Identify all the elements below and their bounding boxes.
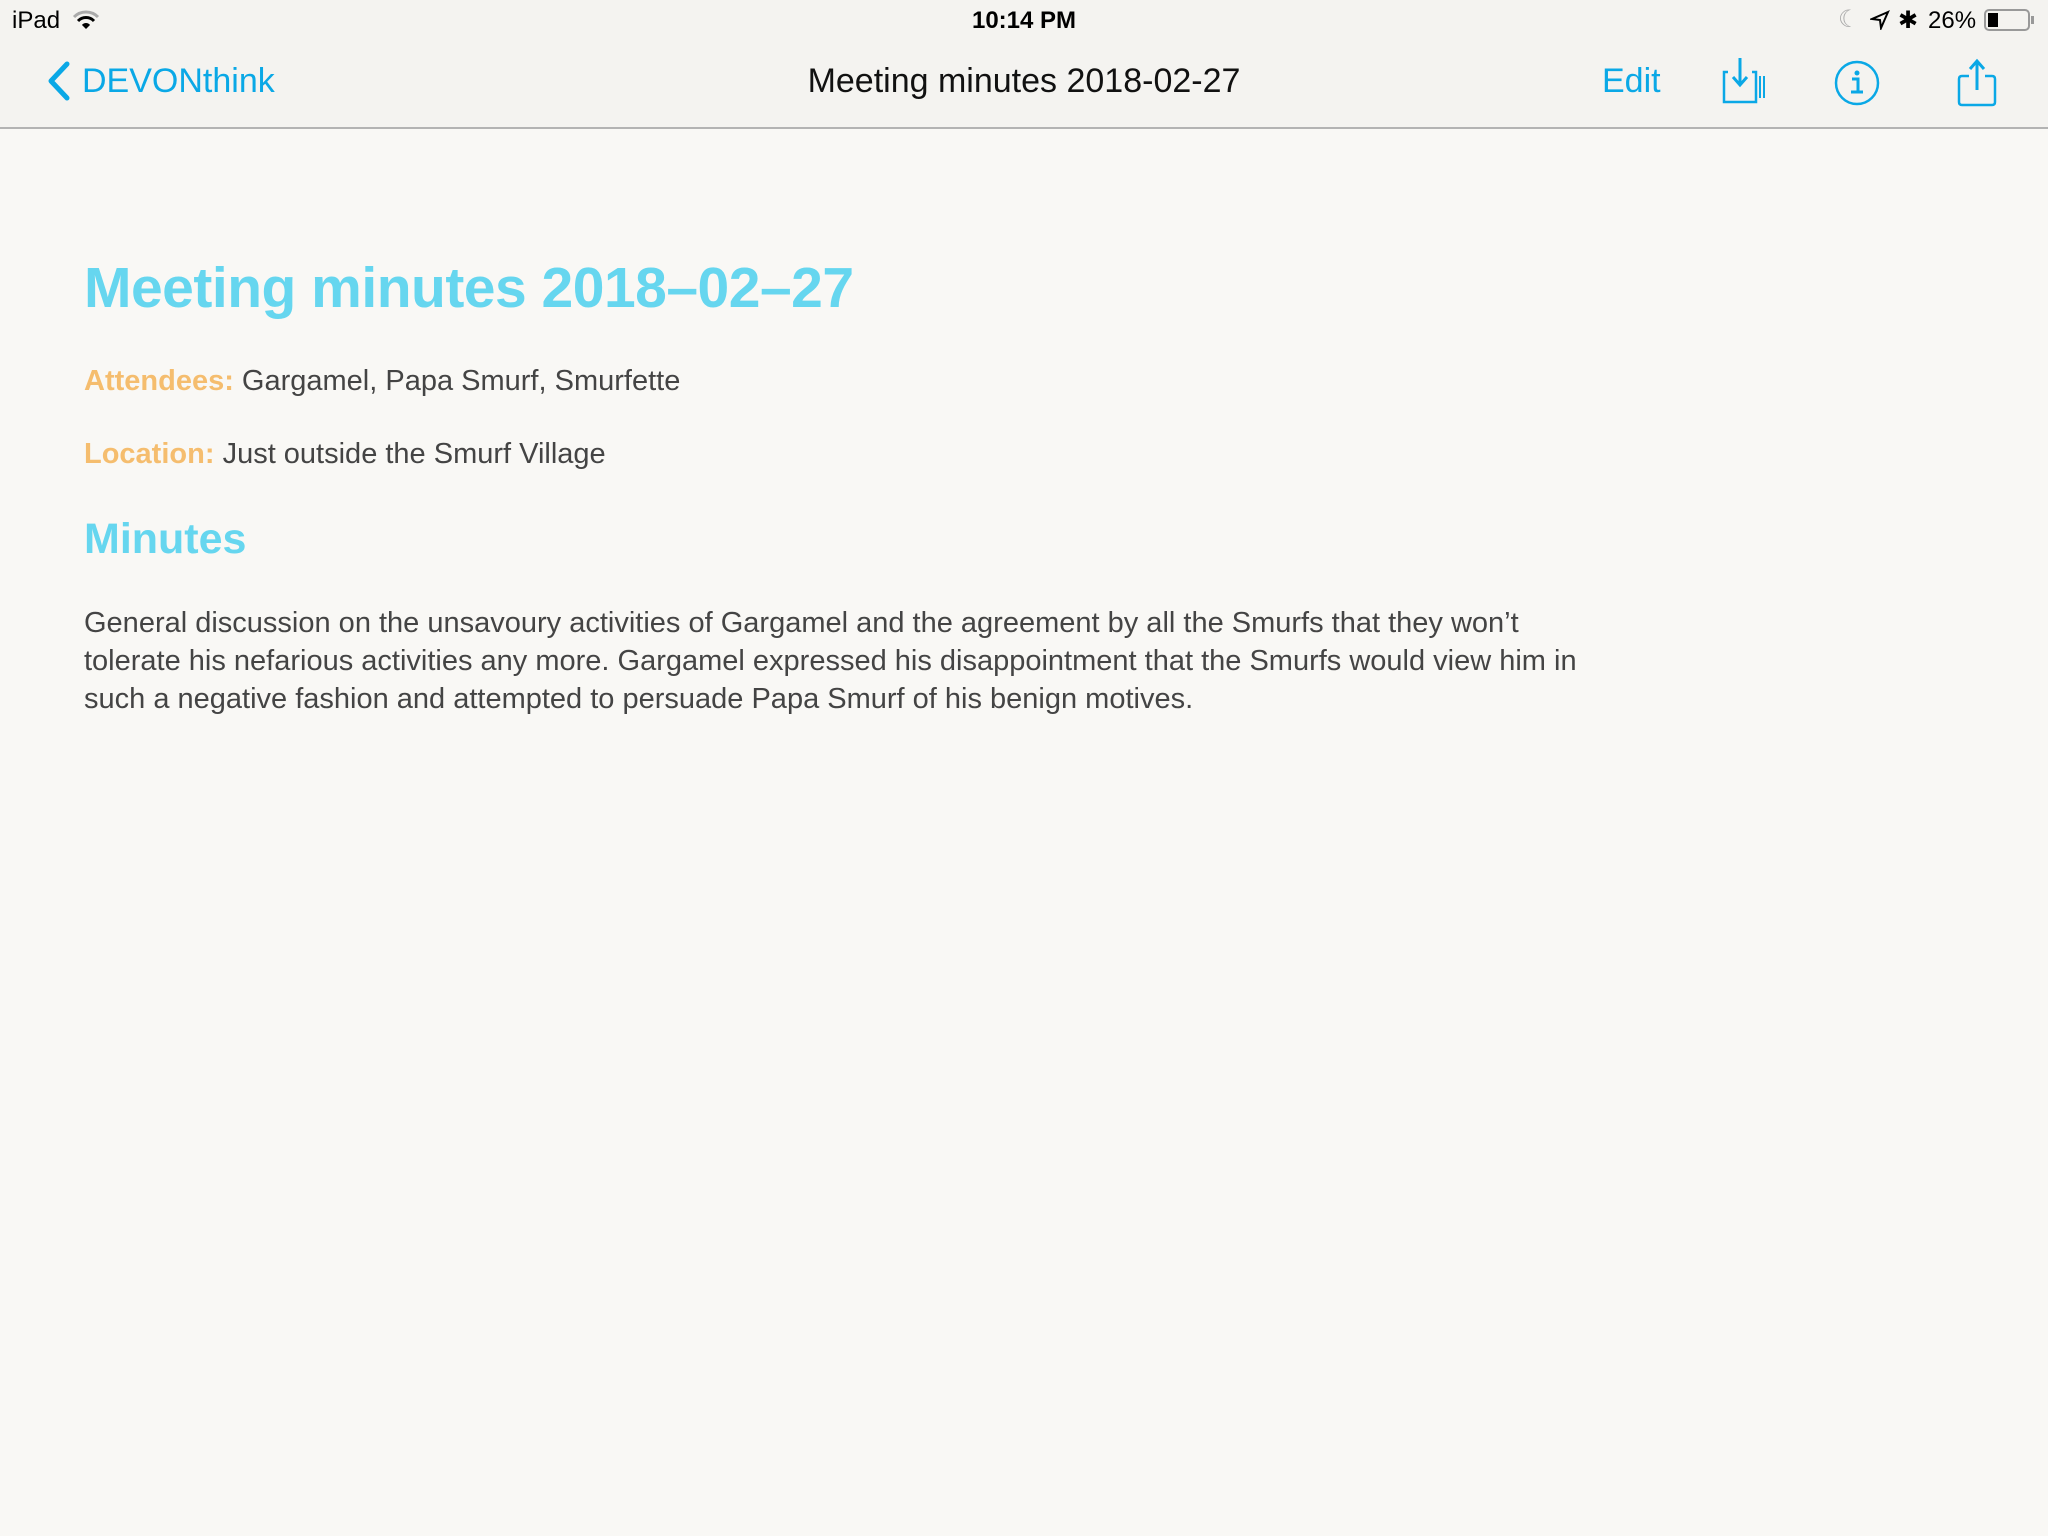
location-value: Just outside the Smurf Village: [222, 438, 606, 470]
paragraph-line: General discussion on the unsavoury acti…: [84, 607, 1519, 639]
share-icon[interactable]: [1952, 58, 2002, 108]
attendees-label: Attendees:: [84, 365, 234, 397]
bluetooth-icon: ✱: [1898, 7, 1919, 34]
paragraph-line: tolerate his nefarious activities any mo…: [84, 645, 1577, 677]
battery-tip: [2031, 16, 2034, 24]
status-bar: iPad 10:14 PM ☾ ✱ 26%: [0, 0, 2048, 40]
clock: 10:14 PM: [971, 7, 1077, 34]
attendees-row: Attendees: Gargamel, Papa Smurf, Smurfet…: [84, 365, 1577, 398]
edit-button[interactable]: Edit: [1602, 62, 1661, 101]
battery-percent: 26%: [1928, 7, 1977, 34]
info-icon[interactable]: [1832, 58, 1882, 108]
minutes-paragraph: General discussion on the unsavoury acti…: [84, 604, 1577, 718]
do-not-disturb-icon: ☾: [1838, 6, 1860, 33]
location-row: Location: Just outside the Smurf Village: [84, 438, 1577, 471]
document-body: Meeting minutes 2018–02–27 Attendees: Ga…: [84, 255, 1577, 718]
section-heading: Minutes: [84, 515, 247, 563]
battery-icon: [1984, 9, 2030, 31]
location-label: Location:: [84, 438, 215, 470]
location-icon: [1870, 10, 1890, 30]
document-title: Meeting minutes 2018–02–27: [84, 256, 854, 320]
attendees-value: Gargamel, Papa Smurf, Smurfette: [241, 365, 681, 397]
navigation-bar: iPad 10:14 PM ☾ ✱ 26% DEVONthink Meeting…: [0, 0, 2048, 129]
paragraph-line: such a negative fashion and attempted to…: [84, 683, 1194, 715]
import-download-icon[interactable]: [1718, 58, 1768, 108]
